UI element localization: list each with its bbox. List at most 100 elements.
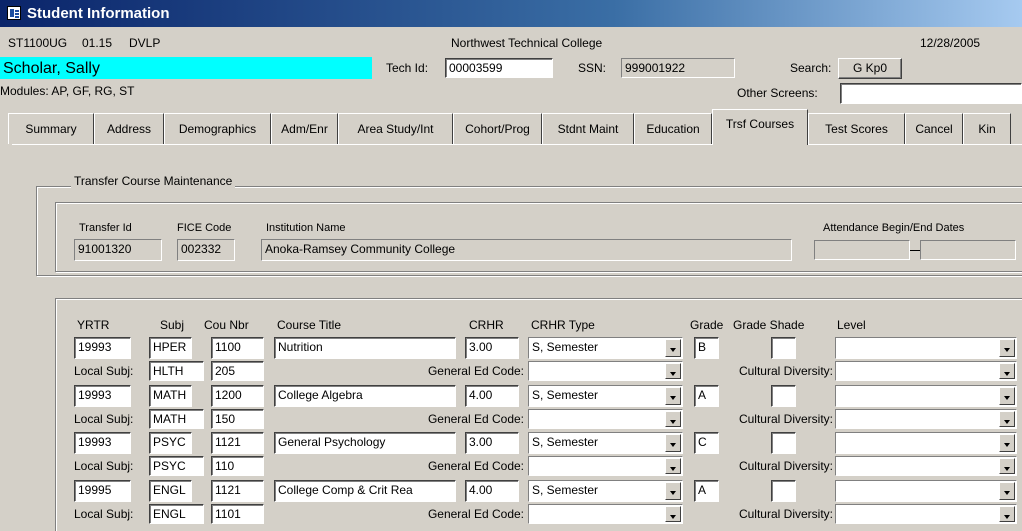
tab-stdnt-maint[interactable]: Stdnt Maint [542, 113, 634, 144]
grade-shade-input[interactable] [771, 432, 796, 454]
course-title-input[interactable]: College Algebra [274, 385, 456, 407]
crhr-type-select[interactable]: S, Semester [528, 432, 683, 454]
subj-input[interactable]: ENGL [149, 480, 192, 502]
tab-trsf-courses[interactable]: Trsf Courses [712, 109, 808, 145]
crhr-input[interactable]: 3.00 [465, 432, 519, 454]
tech-id-input[interactable]: 00003599 [445, 58, 553, 78]
search-button[interactable]: G Kp0 [838, 58, 902, 79]
dropdown-arrow-icon[interactable] [665, 506, 681, 522]
subj-input[interactable]: HPER [149, 337, 192, 359]
dropdown-arrow-icon[interactable] [999, 482, 1015, 500]
dropdown-arrow-icon[interactable] [999, 434, 1015, 452]
grade-shade-input[interactable] [771, 480, 796, 502]
local-subj-label: Local Subj: [74, 412, 134, 426]
local-subj-input[interactable]: PSYC [149, 456, 204, 476]
environment: DVLP [129, 36, 161, 50]
crhr-type-select[interactable]: S, Semester [528, 480, 683, 502]
dropdown-arrow-icon[interactable] [999, 363, 1015, 379]
dropdown-arrow-icon[interactable] [999, 506, 1015, 522]
cou-nbr-input[interactable]: 1200 [211, 385, 264, 407]
version: 01.15 [82, 36, 113, 50]
dropdown-arrow-icon[interactable] [999, 339, 1015, 357]
local-subj-label: Local Subj: [74, 507, 134, 521]
cultural-diversity-label: Cultural Diversity: [738, 507, 833, 521]
local-subj-label: Local Subj: [74, 364, 134, 378]
dropdown-arrow-icon[interactable] [665, 482, 681, 500]
crhr-type-select[interactable]: S, Semester [528, 385, 683, 407]
gen-ed-code-select[interactable] [528, 409, 683, 429]
tab-adm-enr[interactable]: Adm/Enr [271, 113, 338, 144]
course-title-input[interactable]: College Comp & Crit Rea [274, 480, 456, 502]
tab-summary[interactable]: Summary [8, 113, 94, 144]
local-nbr-input[interactable]: 1101 [211, 504, 264, 524]
level-select[interactable] [835, 385, 1017, 407]
tab-cancel[interactable]: Cancel [905, 113, 963, 144]
local-subj-input[interactable]: ENGL [149, 504, 204, 524]
gen-ed-code-select[interactable] [528, 456, 683, 476]
tab-kin[interactable]: Kin [963, 113, 1011, 144]
local-nbr-input[interactable]: 110 [211, 456, 264, 476]
grade-shade-input[interactable] [771, 337, 796, 359]
gen-ed-code-select[interactable] [528, 504, 683, 524]
tab-demographics[interactable]: Demographics [164, 113, 271, 144]
tab-education[interactable]: Education [634, 113, 712, 144]
dropdown-arrow-icon[interactable] [665, 411, 681, 427]
dropdown-arrow-icon[interactable] [999, 411, 1015, 427]
cou-nbr-input[interactable]: 1100 [211, 337, 264, 359]
other-screens-input[interactable] [840, 83, 1022, 104]
level-select[interactable] [835, 432, 1017, 454]
tab-test-scores[interactable]: Test Scores [808, 113, 905, 144]
dropdown-arrow-icon[interactable] [665, 339, 681, 357]
col-grade-shade: Grade Shade [733, 318, 805, 332]
cultural-diversity-select[interactable] [835, 361, 1017, 381]
local-nbr-input[interactable]: 205 [211, 361, 264, 381]
tab-cohort-prog[interactable]: Cohort/Prog [453, 113, 542, 144]
grade-input[interactable]: B [694, 337, 719, 359]
dropdown-arrow-icon[interactable] [665, 363, 681, 379]
subj-input[interactable]: MATH [149, 385, 192, 407]
crhr-input[interactable]: 4.00 [465, 480, 519, 502]
dropdown-arrow-icon[interactable] [665, 387, 681, 405]
local-subj-input[interactable]: MATH [149, 409, 204, 429]
col-cou-nbr: Cou Nbr [204, 318, 249, 332]
local-nbr-input[interactable]: 150 [211, 409, 264, 429]
dropdown-arrow-icon[interactable] [999, 387, 1015, 405]
grade-input[interactable]: C [694, 432, 719, 454]
date-range-dash [910, 250, 920, 251]
crhr-input[interactable]: 4.00 [465, 385, 519, 407]
tab-area-study[interactable]: Area Study/Int [338, 113, 453, 144]
yrtr-input[interactable]: 19993 [74, 432, 131, 454]
tab-address[interactable]: Address [94, 113, 164, 144]
grade-input[interactable]: A [694, 385, 719, 407]
col-subj: Subj [160, 318, 185, 332]
dropdown-arrow-icon[interactable] [999, 458, 1015, 474]
crhr-type-select-value: S, Semester [532, 483, 599, 497]
course-title-input[interactable]: Nutrition [274, 337, 456, 359]
crhr-type-select[interactable]: S, Semester [528, 337, 683, 359]
level-select[interactable] [835, 480, 1017, 502]
cou-nbr-input[interactable]: 1121 [211, 480, 264, 502]
grade-shade-input[interactable] [771, 385, 796, 407]
fice-code-label: FICE Code [177, 222, 232, 234]
cultural-diversity-select[interactable] [835, 409, 1017, 429]
local-subj-input[interactable]: HLTH [149, 361, 204, 381]
dropdown-arrow-icon[interactable] [665, 434, 681, 452]
grade-input[interactable]: A [694, 480, 719, 502]
yrtr-input[interactable]: 19993 [74, 385, 131, 407]
yrtr-input[interactable]: 19995 [74, 480, 131, 502]
attendance-dates-label: Attendance Begin/End Dates [823, 222, 965, 234]
dropdown-arrow-icon[interactable] [665, 458, 681, 474]
col-crhr-type: CRHR Type [531, 318, 595, 332]
cultural-diversity-select[interactable] [835, 456, 1017, 476]
level-select[interactable] [835, 337, 1017, 359]
search-label: Search: [790, 61, 832, 75]
yrtr-input[interactable]: 19993 [74, 337, 131, 359]
course-title-input[interactable]: General Psychology [274, 432, 456, 454]
gen-ed-code-select[interactable] [528, 361, 683, 381]
cultural-diversity-select[interactable] [835, 504, 1017, 524]
cou-nbr-input[interactable]: 1121 [211, 432, 264, 454]
crhr-input[interactable]: 3.00 [465, 337, 519, 359]
subj-input[interactable]: PSYC [149, 432, 192, 454]
gen-ed-code-label: General Ed Code: [427, 412, 524, 426]
gen-ed-code-label: General Ed Code: [427, 459, 524, 473]
